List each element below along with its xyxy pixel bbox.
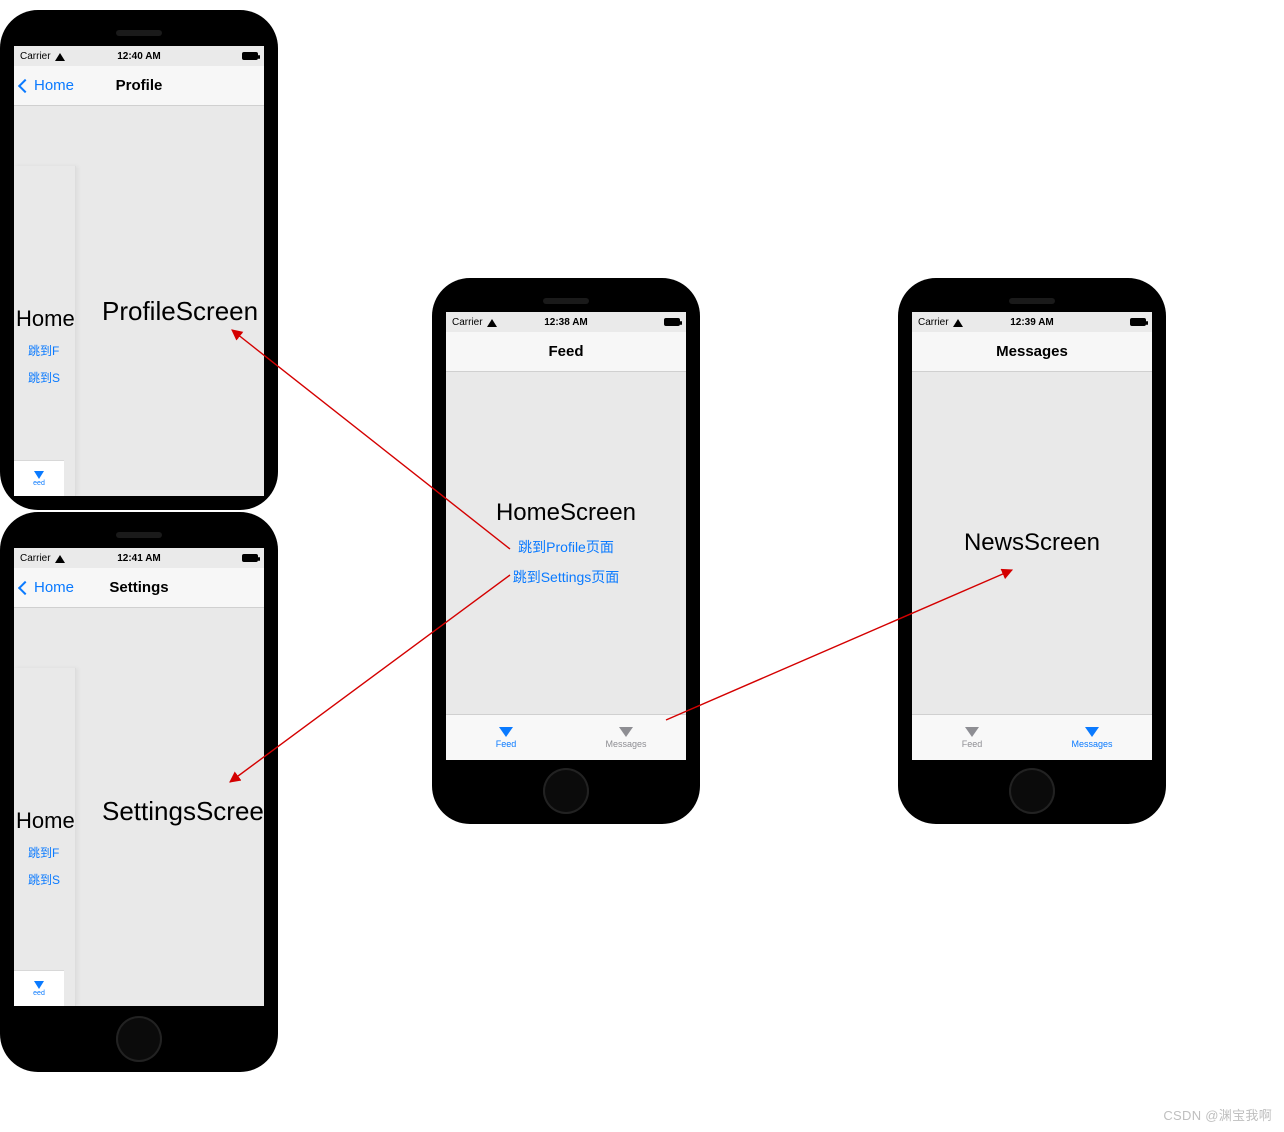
phone-messages: Carrier 12:39 AM Messages NewsScreen Fee…: [898, 278, 1166, 824]
tab-feed[interactable]: Feed: [446, 715, 566, 760]
status-time: 12:41 AM: [14, 553, 264, 564]
triangle-down-icon: [499, 727, 513, 737]
nav-title: Profile: [116, 77, 163, 94]
battery-icon: [242, 52, 258, 60]
nav-bar: Feed: [446, 332, 686, 372]
peek-tab: eed: [14, 970, 64, 1006]
phone-speaker: [116, 532, 162, 538]
chevron-left-icon: [18, 580, 32, 594]
back-label: Home: [34, 579, 74, 596]
link-profile[interactable]: 跳到Profile页面: [518, 537, 614, 557]
peek-title: Home: [16, 808, 75, 834]
screen-title: SettingsScree: [102, 796, 264, 827]
phone-speaker: [1009, 298, 1055, 304]
triangle-down-icon: [619, 727, 633, 737]
back-label: Home: [34, 77, 74, 94]
screen-title: ProfileScreen: [102, 296, 258, 327]
link-settings[interactable]: 跳到Settings页面: [513, 567, 620, 587]
tab-label: Feed: [496, 739, 517, 749]
nav-bar: Home Settings: [14, 568, 264, 608]
back-button[interactable]: Home: [20, 66, 74, 105]
tab-bar: Feed Messages: [446, 714, 686, 760]
status-bar: Carrier 12:41 AM: [14, 548, 264, 568]
chevron-left-icon: [18, 78, 32, 92]
tab-label: Feed: [962, 739, 983, 749]
nav-bar: Messages: [912, 332, 1152, 372]
peek-link-2[interactable]: 跳到S: [28, 369, 75, 386]
back-button[interactable]: Home: [20, 568, 74, 607]
triangle-down-icon: [34, 981, 44, 989]
peek-tab-label: eed: [33, 480, 45, 487]
nav-title: Feed: [548, 343, 583, 360]
peek-link-1[interactable]: 跳到F: [28, 342, 75, 359]
nav-title: Settings: [109, 579, 168, 596]
home-button[interactable]: [1009, 768, 1055, 814]
home-button[interactable]: [543, 768, 589, 814]
tab-feed[interactable]: Feed: [912, 715, 1032, 760]
previous-screen-peek[interactable]: Home 跳到F 跳到S eed: [14, 668, 76, 1006]
status-bar: Carrier 12:40 AM: [14, 46, 264, 66]
battery-icon: [664, 318, 680, 326]
nav-title: Messages: [996, 343, 1068, 360]
tab-label: Messages: [1071, 739, 1112, 749]
watermark: CSDN @渊宝我啊: [1163, 1105, 1272, 1124]
previous-screen-peek[interactable]: Home 跳到F 跳到S eed: [14, 166, 76, 496]
phone-feed: Carrier 12:38 AM Feed HomeScreen 跳到Profi…: [432, 278, 700, 824]
phone-speaker: [543, 298, 589, 304]
status-bar: Carrier 12:38 AM: [446, 312, 686, 332]
battery-icon: [1130, 318, 1146, 326]
status-bar: Carrier 12:39 AM: [912, 312, 1152, 332]
battery-icon: [242, 554, 258, 562]
screen-title: NewsScreen: [964, 529, 1100, 557]
status-time: 12:39 AM: [912, 317, 1152, 328]
triangle-down-icon: [34, 471, 44, 479]
status-time: 12:38 AM: [446, 317, 686, 328]
peek-title: Home: [16, 306, 75, 332]
status-time: 12:40 AM: [14, 51, 264, 62]
phone-profile: Carrier 12:40 AM Home Profile Home 跳到F 跳…: [0, 10, 278, 510]
tab-bar: Feed Messages: [912, 714, 1152, 760]
peek-link-1[interactable]: 跳到F: [28, 844, 75, 861]
peek-link-2[interactable]: 跳到S: [28, 871, 75, 888]
peek-tab-label: eed: [33, 990, 45, 997]
home-button[interactable]: [116, 1016, 162, 1062]
nav-bar: Home Profile: [14, 66, 264, 106]
peek-tab: eed: [14, 460, 64, 496]
screen-title: HomeScreen: [496, 499, 636, 527]
triangle-down-icon: [965, 727, 979, 737]
triangle-down-icon: [1085, 727, 1099, 737]
tab-messages[interactable]: Messages: [1032, 715, 1152, 760]
phone-settings: Carrier 12:41 AM Home Settings Home 跳到F …: [0, 512, 278, 1072]
phone-speaker: [116, 30, 162, 36]
tab-messages[interactable]: Messages: [566, 715, 686, 760]
tab-label: Messages: [605, 739, 646, 749]
